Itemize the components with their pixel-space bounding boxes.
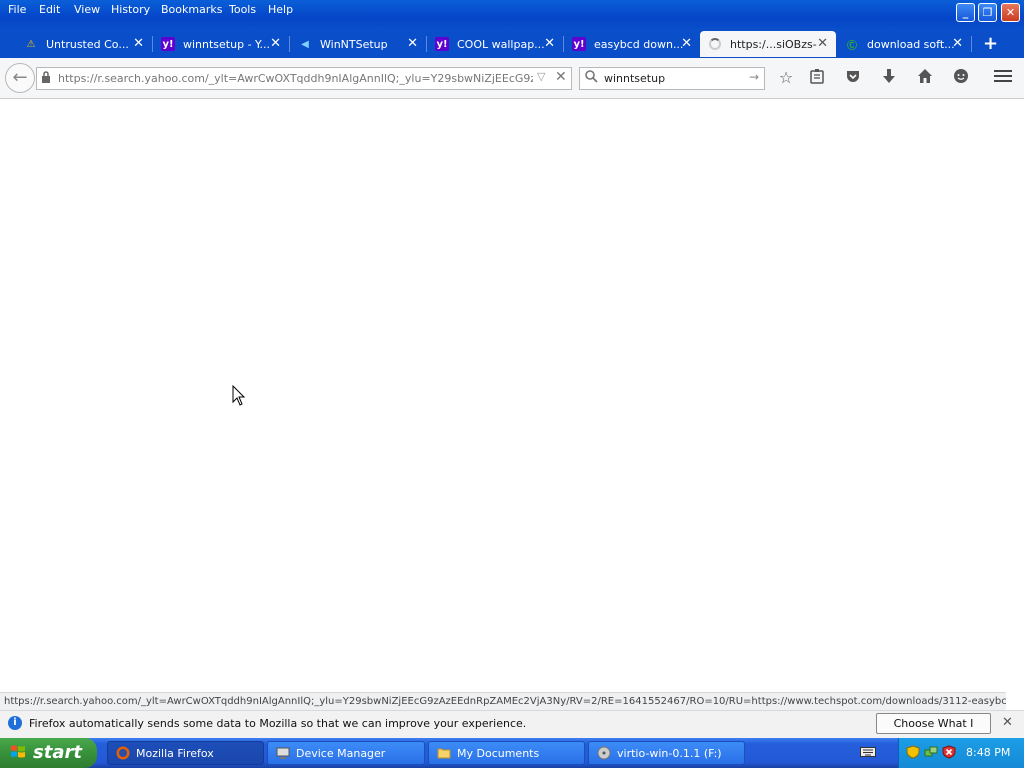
tab-active-loading[interactable]: https:/...siOBzs- ✕ — [700, 31, 836, 57]
firefox-icon — [116, 746, 130, 760]
tab-close-icon[interactable]: ✕ — [270, 36, 281, 51]
new-tab-icon[interactable]: + — [983, 33, 998, 54]
tab-close-icon[interactable]: ✕ — [133, 36, 144, 51]
close-window-button[interactable]: ✕ — [1001, 3, 1020, 22]
taskbar-item-device-manager[interactable]: Device Manager — [267, 741, 425, 765]
tab-winntsetup-yahoo[interactable]: y! winntsetup - Y... ✕ — [153, 31, 289, 57]
downloads-icon[interactable] — [879, 68, 899, 88]
yahoo-icon: y! — [161, 37, 175, 51]
hamburger-menu-icon[interactable] — [993, 68, 1013, 88]
window-titlebar: File Edit View History Bookmarks Tools H… — [0, 0, 1024, 30]
url-text[interactable]: https://r.search.yahoo.com/_ylt=AwrCwOXT… — [58, 72, 533, 85]
search-input[interactable]: winntsetup — [604, 72, 744, 85]
bookmarks-list-icon[interactable] — [807, 68, 827, 88]
home-icon[interactable] — [915, 68, 935, 88]
yahoo-icon: y! — [572, 37, 586, 51]
notification-close-icon[interactable]: ✕ — [1002, 715, 1013, 730]
choose-what-i-share-button[interactable]: Choose What I Share — [876, 713, 991, 749]
pocket-icon[interactable] — [843, 68, 863, 88]
tab-cool-wallpaper[interactable]: y! COOL wallpap... ✕ — [427, 31, 563, 57]
security-alert-icon[interactable] — [942, 745, 956, 762]
tab-close-icon[interactable]: ✕ — [544, 36, 555, 51]
windows-logo-icon — [11, 745, 25, 758]
tab-close-icon[interactable]: ✕ — [817, 36, 828, 51]
taskbar-item-virtio-drive[interactable]: virtio-win-0.1.1 (F:) — [588, 741, 745, 765]
network-icon[interactable] — [924, 745, 938, 762]
url-history-dropdown-icon[interactable]: ▽ — [537, 70, 545, 83]
hello-chat-icon[interactable] — [951, 68, 971, 88]
tab-download-software[interactable]: Ⓒ download soft... ✕ — [837, 31, 971, 57]
taskbar-item-label: Device Manager — [296, 746, 386, 760]
notification-text: Firefox automatically sends some data to… — [29, 717, 527, 730]
tab-untrusted[interactable]: ⚠ Untrusted Co... ✕ — [16, 31, 152, 57]
taskbar-item-label: My Documents — [457, 746, 540, 760]
mouse-cursor-icon — [232, 385, 246, 406]
system-clock[interactable]: 8:48 PM — [966, 746, 1010, 759]
keyboard-icon[interactable] — [860, 746, 876, 758]
loading-spinner-icon — [708, 37, 722, 51]
yahoo-icon: y! — [435, 37, 449, 51]
menu-bookmarks[interactable]: Bookmarks — [161, 3, 222, 16]
menu-tools[interactable]: Tools — [229, 3, 256, 16]
taskbar-item-firefox[interactable]: Mozilla Firefox — [107, 741, 264, 765]
security-shield-icon[interactable] — [906, 745, 920, 762]
site-c-icon: Ⓒ — [847, 40, 857, 52]
taskbar-item-my-documents[interactable]: My Documents — [428, 741, 585, 765]
tab-easybcd[interactable]: y! easybcd down... ✕ — [564, 31, 700, 57]
lock-icon[interactable] — [41, 71, 51, 83]
page-content — [0, 99, 1024, 692]
menu-history[interactable]: History — [111, 3, 150, 16]
winntsetup-icon: ◀ — [301, 38, 309, 50]
device-manager-icon — [276, 746, 290, 760]
folder-icon — [437, 746, 451, 760]
tab-close-icon[interactable]: ✕ — [952, 36, 963, 51]
status-link-url: https://r.search.yahoo.com/_ylt=AwrCwOXT… — [0, 692, 1006, 710]
search-go-icon[interactable]: → — [749, 70, 759, 84]
tab-winntsetup[interactable]: ◀ WinNTSetup ✕ — [290, 31, 426, 57]
cd-drive-icon — [597, 746, 611, 760]
taskbar-item-label: virtio-win-0.1.1 (F:) — [617, 746, 722, 760]
back-button[interactable]: ← — [5, 63, 35, 93]
tab-close-icon[interactable]: ✕ — [407, 36, 418, 51]
menu-view[interactable]: View — [74, 3, 100, 16]
search-icon[interactable] — [585, 70, 598, 87]
menu-help[interactable]: Help — [268, 3, 293, 16]
bookmark-star-icon[interactable]: ☆ — [776, 68, 796, 88]
info-icon: i — [8, 716, 22, 730]
tab-close-icon[interactable]: ✕ — [681, 36, 692, 51]
menu-file[interactable]: File — [8, 3, 26, 16]
warning-icon: ⚠ — [26, 38, 36, 50]
menu-edit[interactable]: Edit — [39, 3, 60, 16]
stop-loading-icon[interactable]: ✕ — [555, 69, 567, 85]
minimize-button[interactable]: _ — [956, 3, 975, 22]
restore-button[interactable]: ❐ — [978, 3, 997, 22]
tab-strip: ⚠ Untrusted Co... ✕ y! winntsetup - Y...… — [0, 30, 1024, 58]
taskbar-item-label: Mozilla Firefox — [136, 746, 214, 760]
